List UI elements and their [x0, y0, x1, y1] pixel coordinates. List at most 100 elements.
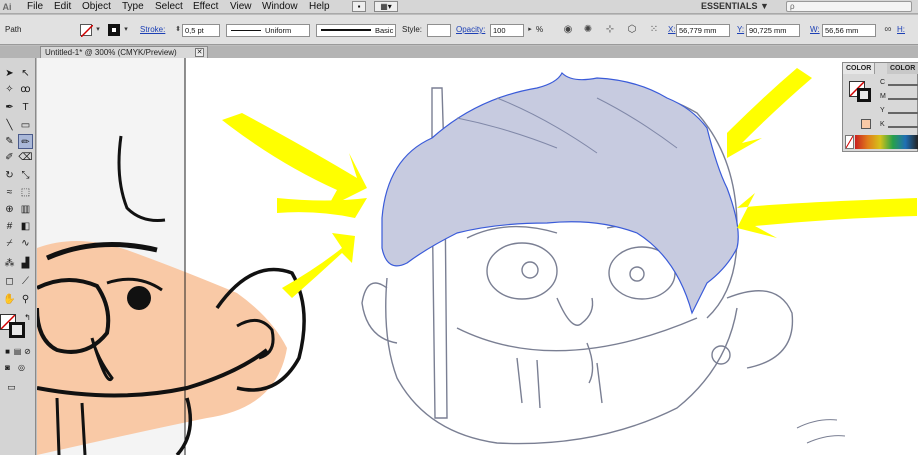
channel-y-label: Y: [880, 107, 885, 114]
search-input[interactable]: ρ: [786, 1, 912, 12]
stroke-swatch[interactable]: [108, 24, 120, 36]
eraser-tool-icon[interactable]: ⌫: [18, 150, 33, 165]
swap-fill-stroke-icon[interactable]: ↰: [20, 310, 35, 325]
hand-tool-icon[interactable]: ✋: [2, 292, 17, 307]
menu-window[interactable]: Window: [262, 0, 298, 14]
scale-tool-icon[interactable]: ⤡: [18, 168, 33, 183]
menu-view[interactable]: View: [230, 0, 252, 14]
symbol-sprayer-tool-icon[interactable]: ⁂: [2, 256, 17, 271]
none-swatch[interactable]: [845, 135, 854, 149]
channel-slider[interactable]: [888, 84, 918, 86]
transform-icon[interactable]: ⬡: [626, 24, 638, 36]
lasso-tool-icon[interactable]: ꝏ: [18, 82, 33, 97]
panel-stroke-box[interactable]: [857, 88, 871, 102]
artboard-canvas[interactable]: [37, 58, 918, 455]
screen-mode-icon[interactable]: ▭: [4, 380, 19, 395]
rectangle-tool-icon[interactable]: ▭: [18, 118, 33, 133]
w-label[interactable]: W:: [810, 15, 820, 45]
recolor-artwork-icon[interactable]: ◉: [562, 24, 574, 36]
last-color-swatch[interactable]: [861, 119, 871, 129]
document-tab[interactable]: Untitled-1* @ 300% (CMYK/Preview) ✕: [40, 46, 208, 58]
close-icon[interactable]: ✕: [195, 48, 204, 57]
live-paint-tool-icon[interactable]: ▥: [18, 202, 33, 217]
opacity-label[interactable]: Opacity:: [456, 15, 485, 45]
channel-slider[interactable]: [888, 126, 918, 128]
style-label: Style:: [402, 25, 423, 34]
draw-mode-icon[interactable]: ◙: [0, 360, 15, 375]
channel-slider[interactable]: [888, 98, 918, 100]
gradient-tool-icon[interactable]: ◧: [18, 219, 33, 234]
app-logo: Ai: [2, 2, 12, 12]
chevron-down-icon[interactable]: ▾: [122, 25, 130, 35]
align-icon[interactable]: ⊹: [604, 24, 616, 36]
selection-tool-icon[interactable]: ➤: [2, 66, 17, 81]
tools-panel: ➤ ↖ ✧ ꝏ ✒ T ╲ ▭ ✎ ✏ ✐ ⌫ ↻ ⤡ ≈ ⬚ ⊕ ▥ # ◧ …: [0, 58, 36, 455]
stroke-weight-field[interactable]: 0,5 pt: [182, 24, 220, 37]
menu-bar: Ai File Edit Object Type Select Effect V…: [0, 0, 918, 14]
menu-file[interactable]: File: [27, 0, 43, 14]
color-tab[interactable]: COLOR: [843, 63, 876, 74]
pen-tool-icon[interactable]: ✒: [2, 100, 17, 115]
none-mode-icon[interactable]: ⊘: [20, 344, 35, 359]
warp-tool-icon[interactable]: ≈: [2, 185, 17, 200]
artboard-tool-icon[interactable]: ◻: [2, 274, 17, 289]
color-spectrum[interactable]: [855, 135, 918, 149]
magic-wand-tool-icon[interactable]: ✧: [2, 82, 17, 97]
menu-help[interactable]: Help: [309, 0, 330, 14]
selected-hair-path: [381, 71, 739, 315]
line-tool-icon[interactable]: ╲: [2, 118, 17, 133]
menu-object[interactable]: Object: [82, 0, 111, 14]
menu-edit[interactable]: Edit: [54, 0, 71, 14]
color-guide-tab[interactable]: COLOR: [887, 63, 918, 74]
direct-selection-tool-icon[interactable]: ↖: [18, 66, 33, 81]
workspace-switcher[interactable]: ESSENTIALS ▼: [701, 0, 781, 14]
eyedropper-tool-icon[interactable]: ⌿: [2, 236, 17, 251]
rotate-tool-icon[interactable]: ↻: [2, 168, 17, 183]
menu-effect[interactable]: Effect: [193, 0, 218, 14]
shape-builder-tool-icon[interactable]: ⊕: [2, 202, 17, 217]
link-icon[interactable]: ∞: [882, 24, 894, 36]
channel-k-label: K: [880, 121, 885, 128]
y-label[interactable]: Y:: [737, 15, 744, 45]
brush-definition[interactable]: Basic: [316, 24, 396, 37]
percent-label: %: [536, 25, 544, 34]
gear-icon[interactable]: ✺: [582, 24, 594, 36]
paintbrush-tool-icon[interactable]: ✎: [2, 134, 17, 149]
zoom-tool-icon[interactable]: ⚲: [18, 292, 33, 307]
skin-fill: [37, 240, 287, 455]
ink-pupil: [127, 286, 151, 310]
pencil-tool-icon[interactable]: ✏: [18, 134, 33, 149]
channel-slider[interactable]: [888, 112, 918, 114]
reference-point-icon[interactable]: ⁙: [648, 24, 660, 36]
variable-width-profile[interactable]: Uniform: [226, 24, 310, 37]
free-transform-tool-icon[interactable]: ⬚: [18, 185, 33, 200]
draw-inside-icon[interactable]: ◎: [14, 360, 29, 375]
menu-type[interactable]: Type: [122, 0, 144, 14]
blend-tool-icon[interactable]: ∿: [18, 236, 33, 251]
mesh-tool-icon[interactable]: #: [2, 219, 17, 234]
chevron-down-icon[interactable]: ▾: [94, 25, 102, 35]
graphic-style-picker[interactable]: [427, 24, 451, 37]
opacity-field[interactable]: 100: [490, 24, 524, 37]
stroke-label[interactable]: Stroke:: [140, 15, 165, 45]
channel-c-label: C: [880, 79, 886, 86]
width-field[interactable]: 56,56 mm: [822, 24, 876, 37]
fill-swatch[interactable]: [80, 24, 94, 38]
bridge-icon[interactable]: ▪: [352, 1, 366, 12]
channel-m-label: M: [880, 93, 886, 100]
arrange-documents-icon[interactable]: ▦▾: [374, 1, 398, 12]
y-position-field[interactable]: 90,725 mm: [746, 24, 800, 37]
artwork: [37, 58, 917, 455]
control-bar: Path ▾ ▾ Stroke: ⬍ 0,5 pt Uniform Basic …: [0, 15, 918, 45]
selection-type-label: Path: [5, 25, 22, 34]
x-label[interactable]: X:: [668, 15, 676, 45]
document-tab-title: Untitled-1* @ 300% (CMYK/Preview): [45, 48, 177, 57]
h-label[interactable]: H:: [897, 15, 905, 45]
chevron-right-icon[interactable]: ▸: [526, 25, 534, 35]
slice-tool-icon[interactable]: ⟋: [18, 274, 33, 289]
column-graph-tool-icon[interactable]: ▟: [18, 256, 33, 271]
blob-brush-tool-icon[interactable]: ✐: [2, 150, 17, 165]
menu-select[interactable]: Select: [155, 0, 183, 14]
x-position-field[interactable]: 56,779 mm: [676, 24, 730, 37]
type-tool-icon[interactable]: T: [18, 100, 33, 115]
